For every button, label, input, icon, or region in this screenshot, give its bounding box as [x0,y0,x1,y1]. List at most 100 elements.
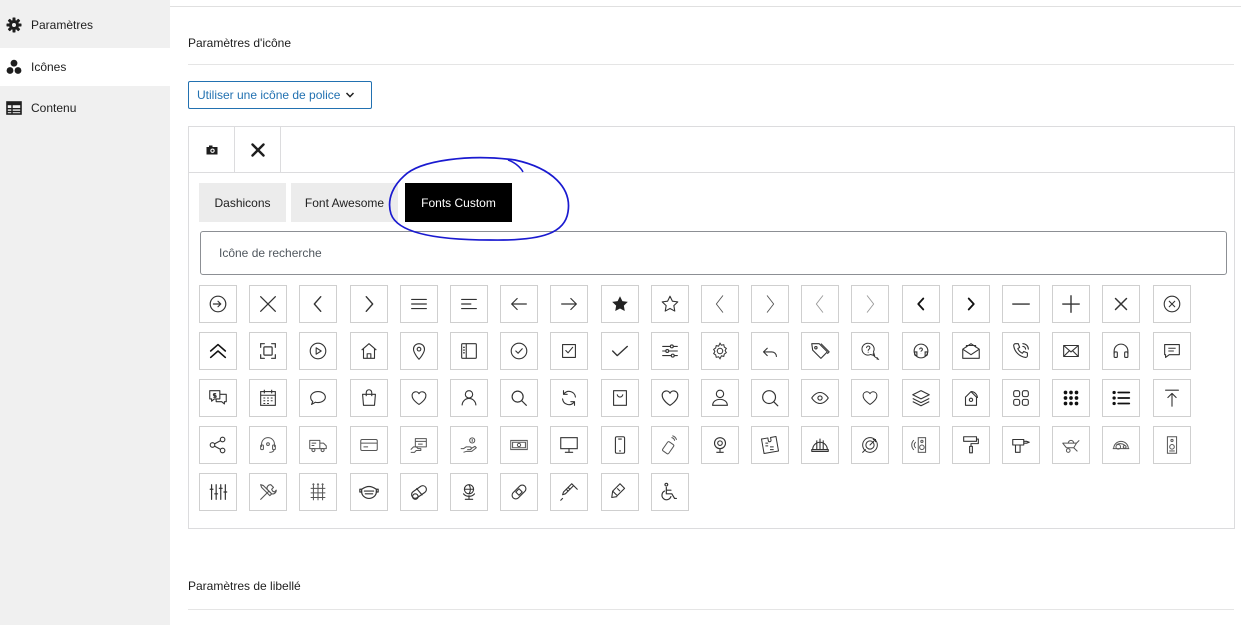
icon-option[interactable] [1102,379,1141,417]
icon-option[interactable] [600,426,639,464]
icon-option[interactable] [299,332,338,370]
icon-option[interactable] [449,379,488,417]
icon-option[interactable] [1052,426,1091,464]
icon-option[interactable] [249,285,288,323]
icon-option[interactable] [1052,285,1091,323]
icon-option[interactable] [500,285,539,323]
icon-option[interactable] [1152,379,1191,417]
icon-option[interactable] [1002,426,1040,464]
icon-option[interactable] [801,285,840,323]
icon-option[interactable] [449,473,488,511]
tab-font-awesome[interactable]: Font Awesome [291,183,398,222]
icon-option[interactable] [1152,285,1191,323]
icon-option[interactable] [399,426,438,464]
icon-option[interactable] [299,379,338,417]
sidebar-item-contenu[interactable]: Contenu [0,89,170,127]
icon-option[interactable] [1152,332,1191,370]
icon-option[interactable] [349,332,388,370]
icon-option[interactable] [199,426,237,464]
icon-option[interactable] [500,332,539,370]
icon-option[interactable] [249,379,288,417]
icon-option[interactable] [500,473,539,511]
icon-option[interactable] [1002,332,1040,370]
icon-option[interactable] [700,285,739,323]
icon-option[interactable] [1052,332,1091,370]
icon-option[interactable] [349,473,388,511]
icon-option[interactable] [1052,379,1091,417]
icon-option[interactable] [199,379,237,417]
icon-option[interactable] [249,426,288,464]
remove-icon-button[interactable] [235,127,281,172]
icon-option[interactable] [901,285,940,323]
sidebar-item-icones[interactable]: Icônes [0,48,170,86]
icon-option[interactable] [951,379,990,417]
icon-option[interactable] [600,379,639,417]
icon-option[interactable] [751,285,790,323]
icon-option[interactable] [500,379,539,417]
icon-option[interactable] [249,332,288,370]
icon-option[interactable] [600,332,639,370]
icon-option[interactable] [449,332,488,370]
icon-option[interactable] [550,426,589,464]
icon-option[interactable] [700,379,739,417]
icon-type-select[interactable]: Utiliser une icône de police [188,81,372,109]
icon-option[interactable] [650,426,689,464]
icon-option[interactable] [901,379,940,417]
icon-option[interactable] [299,473,338,511]
icon-option[interactable] [500,426,539,464]
icon-option[interactable] [751,379,790,417]
icon-option[interactable] [550,473,589,511]
icon-option[interactable] [851,379,890,417]
icon-option[interactable] [951,285,990,323]
media-button[interactable] [189,127,235,172]
icon-option[interactable] [349,379,388,417]
icon-option[interactable] [399,473,438,511]
icon-option[interactable] [600,473,639,511]
icon-option[interactable] [951,332,990,370]
icon-option[interactable] [550,285,589,323]
icon-option[interactable] [399,285,438,323]
icon-option[interactable] [199,332,237,370]
icon-option[interactable] [600,285,639,323]
icon-option[interactable] [550,332,589,370]
icon-option[interactable] [700,426,739,464]
tab-fonts-custom[interactable]: Fonts Custom [405,183,512,222]
icon-option[interactable] [349,285,388,323]
icon-option[interactable] [449,426,488,464]
icon-option[interactable] [550,379,589,417]
icon-option[interactable] [801,332,840,370]
icon-option[interactable] [650,332,689,370]
icon-option[interactable] [851,332,890,370]
icon-option[interactable] [751,332,790,370]
icon-option[interactable] [751,426,790,464]
icon-option[interactable] [901,332,940,370]
icon-option[interactable] [1152,426,1191,464]
icon-option[interactable] [1002,285,1040,323]
icon-option[interactable] [1102,426,1141,464]
icon-option[interactable] [801,426,840,464]
icon-option[interactable] [650,379,689,417]
icon-option[interactable] [299,285,338,323]
icon-option[interactable] [851,285,890,323]
icon-option[interactable] [650,285,689,323]
icon-option[interactable] [449,285,488,323]
icon-option[interactable] [349,426,388,464]
tab-dashicons[interactable]: Dashicons [199,183,286,222]
icon-option[interactable] [1102,285,1141,323]
icon-option[interactable] [399,379,438,417]
sidebar-item-parametres[interactable]: Paramètres [0,6,170,44]
icon-option[interactable] [299,426,338,464]
icon-search-input[interactable] [200,231,1227,275]
icon-option[interactable] [199,473,237,511]
icon-option[interactable] [399,332,438,370]
icon-option[interactable] [700,332,739,370]
icon-option[interactable] [951,426,990,464]
icon-option[interactable] [901,426,940,464]
icon-option[interactable] [851,426,890,464]
icon-option[interactable] [1002,379,1040,417]
icon-option[interactable] [650,473,689,511]
icon-option[interactable] [199,285,237,323]
icon-option[interactable] [1102,332,1141,370]
icon-option[interactable] [801,379,840,417]
icon-option[interactable] [249,473,288,511]
